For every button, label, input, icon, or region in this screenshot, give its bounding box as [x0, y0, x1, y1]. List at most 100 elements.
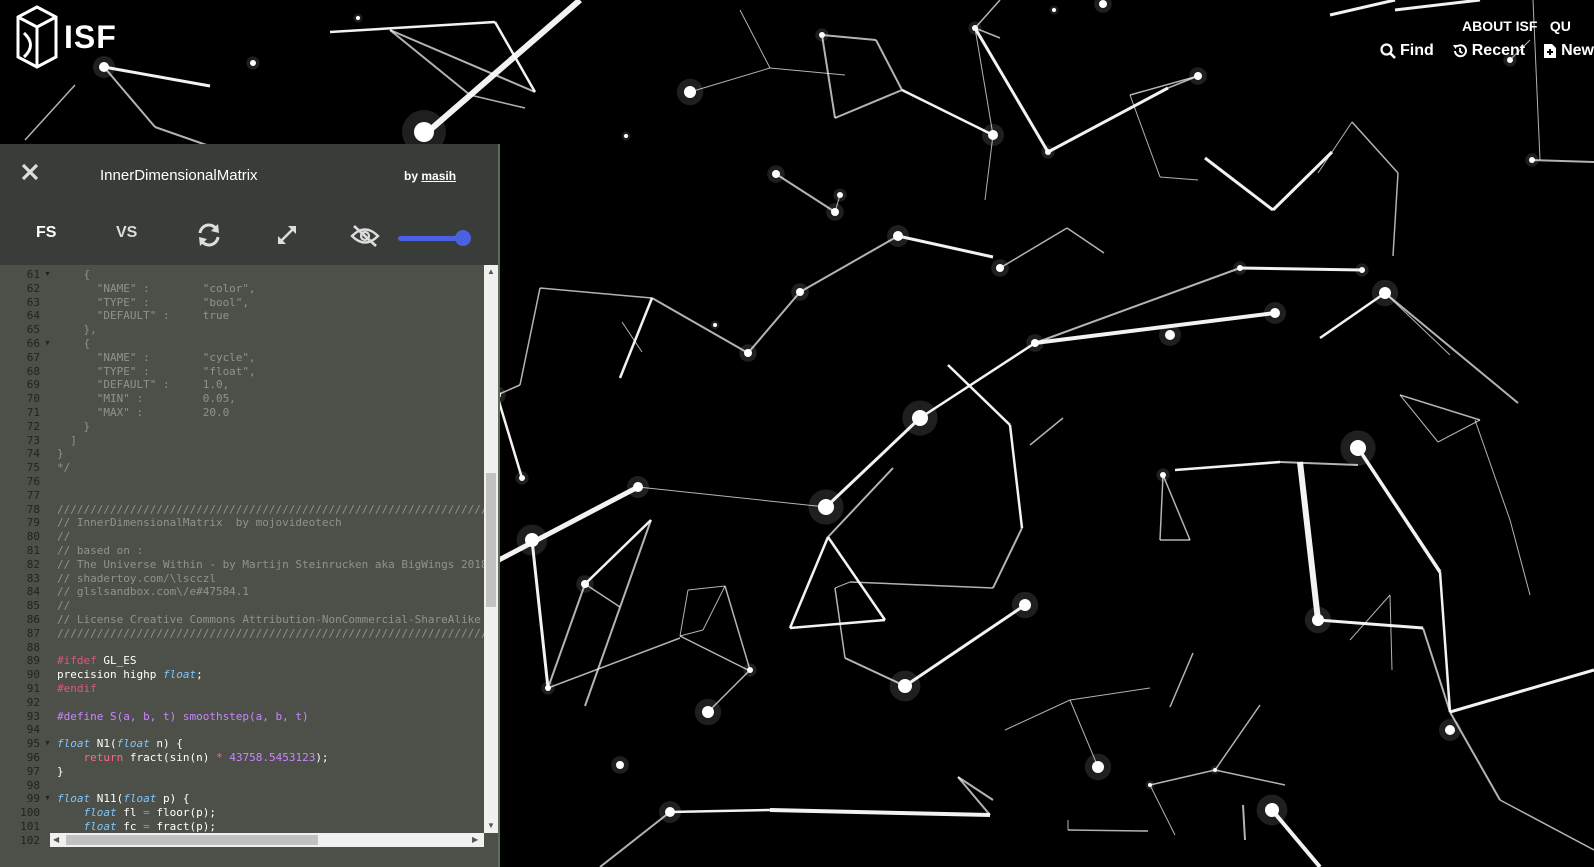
star-node: [1092, 761, 1104, 773]
constellation-line: [834, 581, 851, 589]
nav-about-link[interactable]: ABOUT ISF: [1462, 18, 1537, 34]
star-node: [624, 134, 628, 138]
constellation-line: [1149, 784, 1176, 836]
code-token: float: [83, 820, 117, 833]
code-token: ;: [196, 668, 203, 682]
star-node: [1445, 725, 1455, 735]
line-number: 91: [26, 682, 40, 695]
constellation-line: [547, 583, 586, 689]
line-number: 79: [26, 516, 40, 530]
line-number: 72: [26, 419, 40, 433]
fold-arrow-icon[interactable]: ▼: [44, 740, 51, 747]
scroll-up-arrow-icon[interactable]: ▲: [487, 267, 495, 276]
constellation-line: [999, 227, 1068, 269]
new-file-icon: [1544, 44, 1557, 58]
constellation-line: [992, 527, 1023, 589]
constellation-line: [724, 585, 751, 671]
author-byline: by masih: [404, 169, 456, 183]
constellation-line: [739, 9, 771, 69]
code-line: "TYPE" : "bool",: [57, 295, 250, 309]
tab-vs[interactable]: VS: [116, 224, 137, 242]
find-button[interactable]: Find: [1380, 40, 1434, 62]
code-token: fl: [116, 806, 144, 820]
refresh-icon[interactable]: [196, 222, 222, 248]
constellation-line: [1271, 150, 1334, 212]
constellation-line: [919, 341, 1036, 420]
star-node: [713, 323, 717, 327]
constellation-line: [1438, 571, 1452, 713]
star-node: [1194, 72, 1202, 80]
line-number: 77: [26, 488, 40, 502]
star-node: [665, 807, 675, 817]
opacity-slider-handle[interactable]: [455, 230, 471, 246]
constellation-line: [1242, 804, 1246, 841]
expand-icon[interactable]: [276, 224, 298, 246]
code-editor[interactable]: 61 ▼ 62 63 64 65 66 ▼ 67 68 69 70 71 72 73 74 75 76 77 78 79…: [0, 265, 484, 847]
new-button[interactable]: New: [1543, 40, 1594, 62]
fold-arrow-icon[interactable]: ▼: [44, 340, 51, 347]
code-line: //: [57, 599, 71, 613]
constellation-line: [1351, 121, 1399, 174]
line-number: 71: [26, 406, 40, 419]
code-area[interactable]: { "NAME" : "color", "TYPE" : "bool", "DE…: [57, 265, 484, 847]
star-node: [414, 122, 434, 142]
recent-button[interactable]: Recent: [1452, 40, 1525, 62]
line-number: 84: [26, 585, 40, 599]
tab-fs[interactable]: FS: [36, 224, 56, 242]
code-token: float: [116, 737, 150, 751]
constellation-line: [1214, 704, 1261, 771]
code-token: );: [315, 751, 329, 764]
star-node: [1312, 614, 1324, 626]
constellation-line: [1279, 461, 1359, 466]
shader-title: InnerDimensionalMatrix: [100, 167, 258, 184]
close-icon[interactable]: [20, 162, 40, 182]
star-node: [744, 349, 752, 357]
line-number: 82: [26, 557, 40, 571]
scroll-down-arrow-icon[interactable]: ▼: [487, 821, 495, 830]
star-node: [702, 706, 714, 718]
code-token: #ifdef: [57, 654, 97, 668]
constellation-line: [637, 486, 827, 508]
scroll-right-arrow-icon[interactable]: ▶: [472, 835, 478, 844]
code-line: "MAX" : 20.0: [57, 406, 230, 419]
line-number-gutter: 61 ▼ 62 63 64 65 66 ▼ 67 68 69 70 71 72 73 74 75 76 77 78 79…: [0, 265, 51, 847]
code-token: fract(p);: [149, 820, 216, 833]
line-number: 100: [20, 806, 40, 820]
line-number: 63: [26, 295, 40, 309]
code-token: n) {: [149, 737, 183, 751]
constellation-line: [539, 287, 653, 299]
shader-editor-panel: InnerDimensionalMatrix by masih FS VS 61…: [0, 144, 500, 867]
fold-arrow-icon[interactable]: ▼: [44, 271, 51, 278]
author-link[interactable]: masih: [421, 169, 456, 183]
constellation-line: [1159, 176, 1199, 181]
fold-arrow-icon[interactable]: ▼: [44, 795, 51, 802]
isf-logo[interactable]: ISF: [16, 4, 117, 70]
line-number: 80: [26, 530, 40, 544]
code-line: ////////////////////////////////////////…: [57, 502, 484, 516]
code-line: ]: [57, 433, 77, 447]
constellation-line: [1297, 461, 1321, 621]
line-number: 88: [26, 640, 40, 654]
nav-next-link[interactable]: QU: [1550, 18, 1571, 34]
horizontal-scrollbar[interactable]: ◀ ▶: [50, 833, 484, 847]
history-icon: [1452, 44, 1467, 58]
visibility-off-icon[interactable]: [350, 224, 380, 248]
vertical-scrollbar[interactable]: ▲ ▼: [484, 265, 498, 833]
constellation-line: [24, 84, 76, 141]
vertical-scroll-thumb[interactable]: [486, 473, 496, 607]
constellation-line: [1499, 799, 1594, 851]
star-node: [545, 685, 551, 691]
horizontal-scroll-thumb[interactable]: [66, 835, 318, 845]
constellation-line: [687, 585, 726, 591]
action-bar: Find Recent New: [1362, 40, 1594, 62]
by-label: by: [404, 169, 419, 183]
find-label: Find: [1399, 42, 1434, 59]
constellation-line: [1329, 0, 1396, 17]
scroll-left-arrow-icon[interactable]: ◀: [53, 835, 59, 844]
constellation-line: [1067, 829, 1149, 832]
code-line: */: [57, 461, 71, 475]
constellation-line: [1449, 668, 1594, 714]
